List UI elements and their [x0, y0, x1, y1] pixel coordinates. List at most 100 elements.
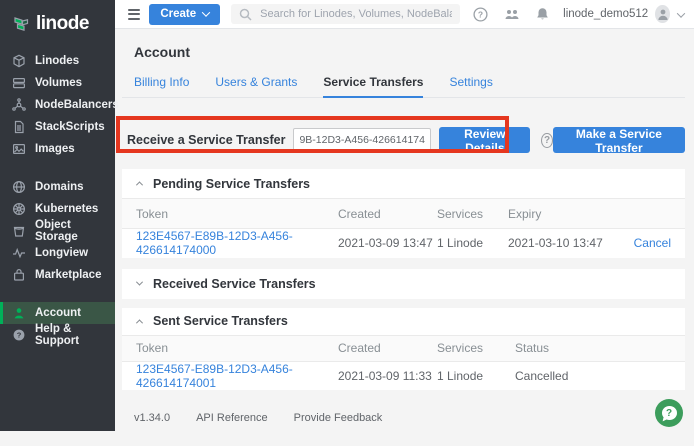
search-bar[interactable] [231, 4, 460, 24]
services-cell: 1 Linode [437, 361, 515, 390]
tab-service-transfers[interactable]: Service Transfers [323, 75, 423, 98]
sidebar-item-label: Marketplace [35, 269, 101, 281]
linodes-icon [12, 54, 26, 68]
review-details-button[interactable]: Review Details [439, 127, 530, 153]
sidebar-item-longview[interactable]: Longview [0, 242, 115, 264]
search-input[interactable] [260, 8, 452, 20]
table-row: 123E4567-E89B-12D3-A456-426614174001 202… [122, 361, 685, 390]
section-title: Received Service Transfers [153, 277, 316, 291]
sidebar-item-label: Domains [35, 181, 84, 193]
help-support-icon: ? [12, 328, 26, 342]
topbar: Create ? linode_demo512 [115, 0, 694, 29]
created-cell: 2021-03-09 11:33 [338, 361, 437, 390]
create-button[interactable]: Create [149, 4, 220, 25]
cancel-link[interactable]: Cancel [634, 236, 685, 250]
sidebar-item-help-support[interactable]: ? Help & Support [0, 324, 115, 346]
content: Account Billing Info Users & Grants Serv… [115, 44, 694, 446]
linode-logo-icon [13, 16, 30, 33]
user-menu-chevron-icon[interactable] [678, 5, 684, 23]
tab-settings[interactable]: Settings [449, 75, 492, 97]
token-link[interactable]: 123E4567-E89B-12D3-A456-426614174001 [136, 362, 293, 390]
tooltip-help-icon[interactable]: ? [541, 133, 553, 148]
sidebar-item-label: StackScripts [35, 121, 105, 133]
sidebar-item-label: Volumes [35, 77, 82, 89]
sidebar-item-marketplace[interactable]: Marketplace [0, 264, 115, 286]
version-label: v1.34.0 [134, 412, 170, 424]
make-transfer-button[interactable]: Make a Service Transfer [553, 127, 685, 153]
status-cell: Cancelled [515, 361, 685, 390]
notifications-bell-icon[interactable] [536, 7, 549, 21]
marketplace-icon [12, 268, 26, 282]
help-icon[interactable]: ? [473, 7, 488, 22]
logo-text: linode [36, 13, 89, 35]
sidebar-item-volumes[interactable]: Volumes [0, 72, 115, 94]
pending-section-header[interactable]: Pending Service Transfers [122, 169, 685, 198]
linode-logo[interactable]: linode [0, 0, 115, 38]
username[interactable]: linode_demo512 [563, 8, 648, 20]
sidebar: linode Linodes Volumes NodeBalancers Sta… [0, 0, 115, 431]
sidebar-item-stackscripts[interactable]: StackScripts [0, 116, 115, 138]
sidebar-item-domains[interactable]: Domains [0, 176, 115, 198]
chevron-down-icon [136, 279, 143, 286]
stackscripts-icon [12, 120, 26, 134]
sidebar-item-kubernetes[interactable]: Kubernetes [0, 198, 115, 220]
table-row: 123E4567-E89B-12D3-A456-426614174000 202… [122, 229, 685, 258]
help-question-mark: ? [662, 406, 677, 420]
volumes-icon [12, 76, 26, 90]
kubernetes-icon [12, 202, 26, 216]
sidebar-group-services: Domains Kubernetes Object Storage Longvi… [0, 176, 115, 286]
services-cell: 1 Linode [437, 229, 508, 258]
longview-icon [12, 246, 26, 260]
footer: v1.34.0 API Reference Provide Feedback [122, 412, 685, 424]
feedback-link[interactable]: Provide Feedback [294, 412, 383, 424]
sidebar-group-account: Account ? Help & Support [0, 302, 115, 346]
token-link[interactable]: 123E4567-E89B-12D3-A456-426614174000 [136, 229, 293, 257]
sidebar-item-linodes[interactable]: Linodes [0, 50, 115, 72]
domains-globe-icon [12, 180, 26, 194]
avatar[interactable] [655, 5, 670, 23]
created-cell: 2021-03-09 13:47 [338, 229, 437, 258]
column-header-status: Status [515, 335, 685, 361]
sidebar-item-account[interactable]: Account [0, 302, 115, 324]
sidebar-item-label: Object Storage [35, 219, 115, 243]
column-header-created: Created [338, 335, 437, 361]
community-icon[interactable] [504, 8, 520, 21]
sent-section-header[interactable]: Sent Service Transfers [122, 308, 685, 335]
sidebar-item-object-storage[interactable]: Object Storage [0, 220, 115, 242]
page-title: Account [134, 44, 685, 60]
sidebar-item-label: Kubernetes [35, 203, 98, 215]
pending-transfers-panel: Pending Service Transfers Token Created … [122, 169, 685, 258]
receive-transfer-label: Receive a Service Transfer [127, 133, 285, 147]
sidebar-item-images[interactable]: Images [0, 138, 115, 160]
expiry-value: 2021-03-10 13:47 [508, 236, 603, 250]
column-header-services: Services [437, 199, 508, 229]
account-icon [12, 306, 26, 320]
sent-transfers-panel: Sent Service Transfers Token Created Ser… [122, 308, 685, 390]
transfer-token-input[interactable] [293, 128, 431, 153]
object-storage-icon [12, 224, 26, 238]
section-title: Sent Service Transfers [153, 314, 288, 328]
sidebar-item-label: Help & Support [35, 323, 115, 347]
chevron-up-icon [136, 319, 143, 326]
images-icon [12, 142, 26, 156]
tab-users-grants[interactable]: Users & Grants [215, 75, 297, 97]
sidebar-item-label: NodeBalancers [35, 99, 119, 111]
table-header-row: Token Created Services Expiry [122, 199, 685, 229]
sidebar-item-label: Account [35, 307, 81, 319]
hamburger-menu-icon[interactable] [128, 9, 140, 20]
tab-billing-info[interactable]: Billing Info [134, 75, 189, 97]
sidebar-item-nodebalancers[interactable]: NodeBalancers [0, 94, 115, 116]
tab-bar: Billing Info Users & Grants Service Tran… [122, 75, 685, 98]
expiry-cell: 2021-03-10 13:47 Cancel [508, 229, 685, 258]
create-button-label: Create [160, 8, 196, 20]
svg-text:?: ? [478, 9, 483, 19]
received-section-header[interactable]: Received Service Transfers [122, 269, 685, 299]
api-reference-link[interactable]: API Reference [196, 412, 268, 424]
column-header-token: Token [122, 199, 338, 229]
search-icon [239, 8, 252, 21]
sent-transfers-table: Token Created Services Status 123E4567-E… [122, 335, 685, 390]
main-area: Create ? linode_demo512 [115, 0, 694, 431]
column-header-expiry: Expiry [508, 199, 685, 229]
pending-transfers-table: Token Created Services Expiry 123E4567-E… [122, 198, 685, 258]
help-chat-bubble-icon[interactable]: ? [655, 399, 683, 427]
